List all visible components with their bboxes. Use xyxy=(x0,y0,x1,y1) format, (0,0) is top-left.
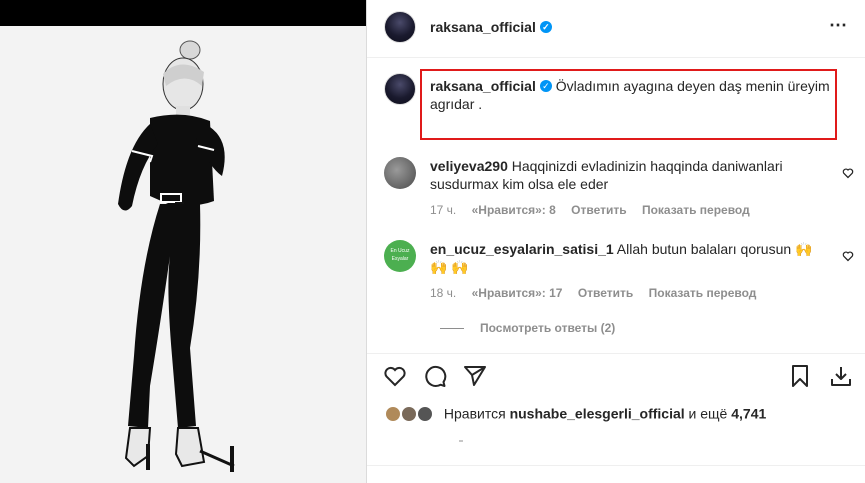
red-highlight-box xyxy=(420,69,837,140)
caption-author-avatar[interactable] xyxy=(384,73,416,105)
media-top-bar xyxy=(0,0,366,26)
comment-input-divider xyxy=(367,465,865,466)
show-translation-button[interactable]: Показать перевод xyxy=(649,286,757,300)
liker-avatars[interactable] xyxy=(384,405,436,425)
commenter-avatar[interactable]: En Ucuz Esyalar xyxy=(384,240,416,272)
reply-button[interactable]: Ответить xyxy=(578,286,633,300)
post-media[interactable] xyxy=(0,0,366,483)
reply-button[interactable]: Ответить xyxy=(571,203,626,217)
comment-like-heart-icon[interactable] xyxy=(842,250,854,262)
view-replies-label[interactable]: Посмотреть ответы (2) xyxy=(480,321,615,335)
author-username-text[interactable]: raksana_official xyxy=(430,19,536,35)
commenter-username[interactable]: veliyeva290 xyxy=(430,158,508,174)
author-username[interactable]: raksana_official ✓ xyxy=(430,19,552,35)
comment-body: veliyeva290 Haqqinizdi evladinizin haqqi… xyxy=(430,157,825,193)
likes-prefix: Нравится xyxy=(443,405,506,422)
comment-meta: 18 ч. «Нравится»: 17 Ответить Показать п… xyxy=(430,286,768,300)
heart-icon[interactable] xyxy=(383,364,407,388)
post-side-panel: raksana_official ✓ ⋯ raksana_official ✓ Öv… xyxy=(367,0,865,483)
likes-summary: Нравится nushabe_elesgerli_official и ещ… xyxy=(384,405,766,425)
bookmark-icon[interactable] xyxy=(788,364,812,388)
post-timestamp-line xyxy=(459,440,463,442)
comment-meta: 17 ч. «Нравится»: 8 Ответить Показать пе… xyxy=(430,203,762,217)
liker-avatar xyxy=(416,405,434,423)
woman-in-black-jumpsuit-photo xyxy=(0,26,366,483)
comment-time[interactable]: 18 ч. xyxy=(430,286,456,300)
verified-badge-icon: ✓ xyxy=(539,21,552,34)
commenter-username[interactable]: en_ucuz_esyalarin_satisi_1 xyxy=(430,241,614,257)
author-avatar[interactable] xyxy=(384,11,416,43)
comment-likes-count[interactable]: «Нравится»: 17 xyxy=(472,286,563,300)
comment-item: En Ucuz Esyalar en_ucuz_esyalarin_satisi… xyxy=(384,240,854,302)
more-options-icon[interactable]: ⋯ xyxy=(829,16,848,34)
commenter-avatar[interactable] xyxy=(384,157,416,189)
comment-icon[interactable] xyxy=(423,364,447,388)
comment-item: veliyeva290 Haqqinizdi evladinizin haqqi… xyxy=(384,157,854,219)
comment-like-heart-icon[interactable] xyxy=(842,167,854,179)
share-icon[interactable] xyxy=(463,364,487,388)
post-header: raksana_official ✓ ⋯ xyxy=(367,0,865,58)
comment-body: en_ucuz_esyalarin_satisi_1 Allah butun b… xyxy=(430,240,825,276)
view-replies-button[interactable]: Посмотреть ответы (2) xyxy=(440,321,615,335)
comment-likes-count[interactable]: «Нравится»: 8 xyxy=(472,203,556,217)
download-icon[interactable] xyxy=(829,364,853,388)
post-photo[interactable] xyxy=(0,26,366,483)
likes-middle: и ещё xyxy=(688,405,728,422)
comment-time[interactable]: 17 ч. xyxy=(430,203,456,217)
likes-count[interactable]: 4,741 xyxy=(731,406,766,422)
post-action-bar xyxy=(367,353,865,397)
show-translation-button[interactable]: Показать перевод xyxy=(642,203,750,217)
liker-username[interactable]: nushabe_elesgerli_official xyxy=(510,406,685,422)
replies-divider-line xyxy=(440,328,464,330)
